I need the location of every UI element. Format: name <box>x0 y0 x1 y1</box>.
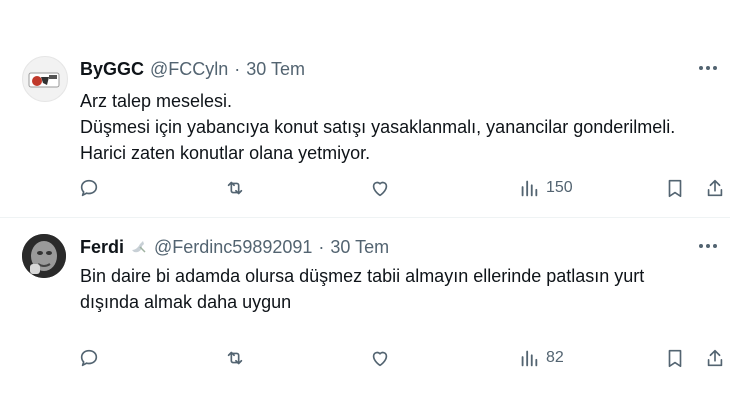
views-count: 150 <box>546 179 573 196</box>
analytics-icon <box>521 350 538 367</box>
more-options-icon[interactable] <box>696 58 720 78</box>
retweet-icon[interactable] <box>224 176 246 200</box>
more-options-icon[interactable] <box>696 236 720 256</box>
heart-icon[interactable] <box>369 346 391 370</box>
bookmark-icon[interactable] <box>664 176 686 200</box>
share-icon[interactable] <box>704 346 726 370</box>
tweet-header: Ferdi @Ferdinc59892091 · 30 Tem <box>80 235 389 259</box>
dove-emoji-icon <box>130 238 148 256</box>
author-handle[interactable]: @Ferdinc59892091 <box>154 237 312 258</box>
tweet-actions: 82 <box>0 346 730 370</box>
views-count: 82 <box>546 349 564 366</box>
bookmark-icon[interactable] <box>664 346 686 370</box>
avatar[interactable] <box>22 56 68 102</box>
analytics-icon <box>521 180 538 197</box>
author-name[interactable]: Ferdi <box>80 237 124 258</box>
tweet[interactable]: Ferdi @Ferdinc59892091 · 30 Tem Bin dair… <box>0 218 730 420</box>
author-handle[interactable]: @FCCyln <box>150 59 228 80</box>
tweet-date[interactable]: 30 Tem <box>246 59 305 80</box>
heart-icon[interactable] <box>369 176 391 200</box>
reply-icon[interactable] <box>78 176 100 200</box>
tweet-text: Bin daire bi adamda olursa düşmez tabii … <box>80 266 645 312</box>
tweet-header: ByGGC @FCCyln · 30 Tem <box>80 57 305 81</box>
views-button[interactable]: 150 <box>518 176 573 200</box>
tweet-actions: 150 <box>0 176 730 200</box>
tweet[interactable]: ByGGC @FCCyln · 30 Tem Arz talep meseles… <box>0 0 730 218</box>
tweet-text: Arz talep meselesi. Düşmesi için yabancı… <box>80 91 676 163</box>
retweet-icon[interactable] <box>224 346 246 370</box>
tweet-date[interactable]: 30 Tem <box>330 237 389 258</box>
avatar[interactable] <box>22 234 66 278</box>
separator-dot: · <box>318 236 325 257</box>
reply-icon[interactable] <box>78 346 100 370</box>
separator-dot: · <box>234 58 241 79</box>
author-name[interactable]: ByGGC <box>80 59 144 80</box>
views-button[interactable]: 82 <box>518 346 564 370</box>
share-icon[interactable] <box>704 176 726 200</box>
